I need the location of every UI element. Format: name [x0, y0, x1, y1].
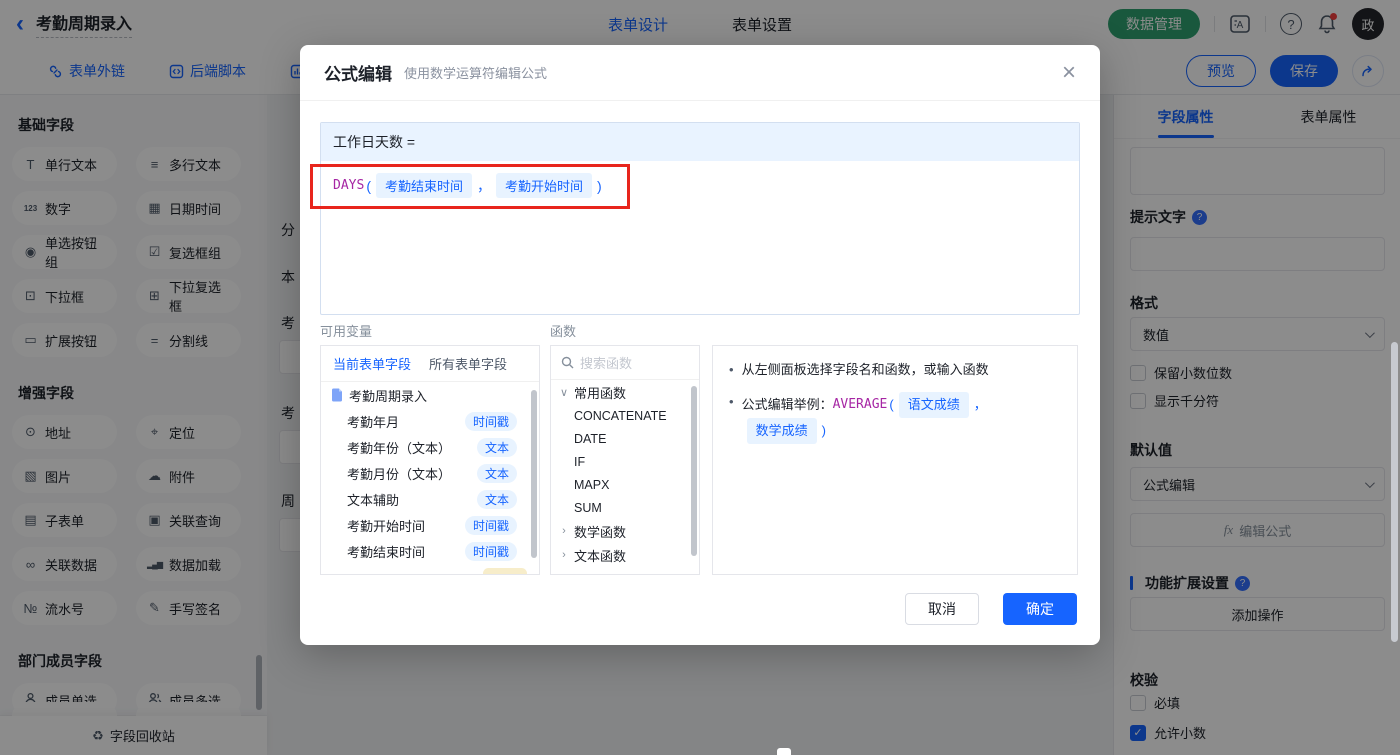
close-paren: )	[821, 423, 826, 438]
function-group-math[interactable]: › 数学函数	[551, 519, 699, 543]
partial-type-badge	[483, 568, 527, 574]
variables-tabs: 当前表单字段 所有表单字段	[321, 346, 539, 382]
type-badge: 时间戳	[464, 411, 517, 431]
variable-pill[interactable]: 考勤开始时间	[496, 173, 593, 198]
variable-pill: 语文成绩	[898, 392, 969, 418]
variable-pill: 数学成绩	[746, 418, 817, 444]
function-name: DAYS	[333, 178, 365, 193]
formula-expression[interactable]: DAYS ( 考勤结束时间 ， 考勤开始时间 )	[321, 161, 1079, 210]
formula-editor-modal: 公式编辑 使用数学运算符编辑公式 × 工作日天数 = DAYS ( 考勤结束时间…	[300, 45, 1100, 645]
function-group-text[interactable]: › 文本函数	[551, 543, 699, 567]
close-paren: )	[597, 177, 602, 194]
function-group-common[interactable]: ∨ 常用函数	[551, 380, 699, 404]
variables-label: 可用变量	[320, 324, 373, 339]
function-name: AVERAGE	[832, 397, 888, 412]
variables-scrollbar[interactable]	[531, 390, 537, 558]
form-doc-icon	[331, 388, 343, 402]
formula-editor-box[interactable]: 工作日天数 = DAYS ( 考勤结束时间 ， 考勤开始时间 )	[320, 122, 1080, 315]
variable-row[interactable]: 考勤结束时间 时间戳	[321, 538, 539, 564]
cancel-button[interactable]: 取消	[905, 593, 979, 625]
confirm-button[interactable]: 确定	[1003, 593, 1077, 625]
function-item[interactable]: DATE	[551, 427, 699, 450]
open-paren: (	[889, 397, 894, 412]
tab-all-form-fields[interactable]: 所有表单字段	[429, 354, 507, 373]
variable-row[interactable]: 考勤年份（文本） 文本	[321, 434, 539, 460]
page-scrollbar[interactable]	[1391, 342, 1398, 642]
close-icon[interactable]: ×	[1062, 60, 1076, 85]
search-placeholder: 搜索函数	[580, 356, 633, 371]
function-item[interactable]: CONCATENATE	[551, 404, 699, 427]
type-badge: 文本	[476, 489, 517, 509]
variable-row[interactable]: 考勤月份（文本） 文本	[321, 460, 539, 486]
comma: ，	[973, 397, 987, 412]
function-item[interactable]: SUM	[551, 496, 699, 519]
app-root: ‹ 考勤周期录入 表单设计 表单设置 数据管理 A ? 政 表单外链 后端脚本 …	[0, 0, 1400, 755]
variables-panel: 当前表单字段 所有表单字段 考勤周期录入 考勤年月 时间戳 考勤年份（文本） 文本 …	[320, 345, 540, 575]
functions-panel: 搜索函数 ∨ 常用函数 CONCATENATE DATE IF MAPX SUM …	[550, 345, 700, 575]
variable-row[interactable]: 文本辅助 文本	[321, 486, 539, 512]
function-search[interactable]: 搜索函数	[551, 346, 699, 380]
caret-down-icon: ∨	[559, 386, 569, 399]
modal-subtitle: 使用数学运算符编辑公式	[404, 66, 548, 81]
caret-right-icon: ›	[562, 525, 566, 537]
variable-row[interactable]: 考勤年月 时间戳	[321, 408, 539, 434]
tab-current-form-fields[interactable]: 当前表单字段	[333, 354, 411, 373]
variables-root[interactable]: 考勤周期录入	[321, 382, 539, 408]
open-paren: (	[366, 177, 371, 194]
help-line-1: • 从左侧面板选择字段名和函数，或输入函数	[729, 360, 1061, 380]
bullet-icon: •	[729, 394, 734, 409]
function-item[interactable]: IF	[551, 450, 699, 473]
type-badge: 时间戳	[464, 515, 517, 535]
bullet-icon: •	[729, 362, 734, 377]
formula-target: 工作日天数 =	[321, 123, 1079, 161]
type-badge: 文本	[476, 463, 517, 483]
modal-header: 公式编辑 使用数学运算符编辑公式 ×	[300, 45, 1100, 101]
variable-pill[interactable]: 考勤结束时间	[375, 173, 472, 198]
function-item[interactable]: MAPX	[551, 473, 699, 496]
help-panel: • 从左侧面板选择字段名和函数，或输入函数 • 公式编辑举例： AVERAGE …	[712, 345, 1078, 575]
type-badge: 时间戳	[464, 541, 517, 561]
functions-label: 函数	[550, 324, 577, 339]
type-badge: 文本	[476, 437, 517, 457]
modal-title: 公式编辑	[324, 65, 392, 84]
functions-scrollbar[interactable]	[691, 386, 697, 556]
comma: ，	[477, 177, 491, 194]
variable-row[interactable]: 考勤开始时间 时间戳	[321, 512, 539, 538]
caret-right-icon: ›	[562, 549, 566, 561]
help-line-2: • 公式编辑举例： AVERAGE ( 语文成绩 ， 数学成绩 )	[729, 392, 1061, 444]
canvas-float-control	[777, 748, 791, 755]
search-icon	[561, 356, 574, 369]
